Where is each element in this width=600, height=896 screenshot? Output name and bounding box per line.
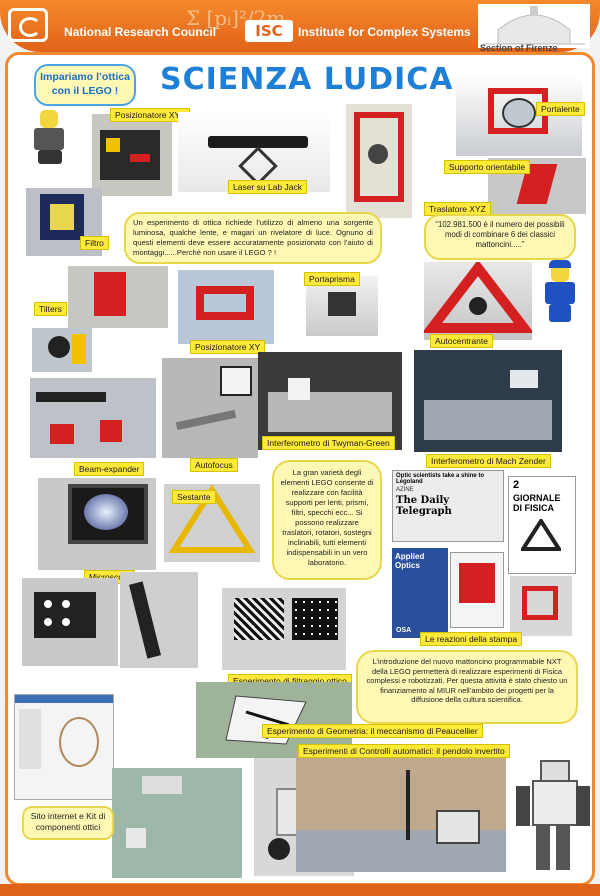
label-sestante: Sestante (172, 490, 216, 504)
beam-expander-photo (30, 378, 156, 458)
autocentrante-photo (424, 262, 532, 340)
intro-bubble: Impariamo l’ottica con il LEGO ! (34, 64, 136, 106)
giornale-title: GIORNALE DI FISICA (513, 493, 561, 513)
robot-arm-left-icon (516, 786, 530, 826)
microscope-photo (120, 572, 198, 668)
minifig-head-icon (40, 110, 58, 128)
label-posizionatore-xy: Posizionatore XY (190, 340, 266, 354)
label-laser: Laser su Lab Jack (228, 180, 307, 194)
minifig-cap-icon (549, 260, 571, 268)
label-beam-expander: Beam-expander (74, 462, 145, 476)
kit-photo (112, 768, 242, 878)
press-cover-photo (450, 552, 504, 628)
robot-arm-right-icon (576, 786, 590, 826)
giornale-num: 2 (513, 479, 520, 491)
website-text: Sito internet e Kit di componenti ottici (30, 811, 106, 832)
applied-optics-title: Applied Optics (395, 552, 425, 570)
variety-text: La gran varietà degli elementi LEGO cons… (280, 468, 374, 567)
nxt-bubble: L’introduzione del nuovo mattoncino prog… (356, 650, 578, 724)
osa-label: OSA (396, 627, 412, 634)
inverted-pendulum-photo (296, 750, 506, 872)
label-geometria: Esperimento di Geometria: il meccanismo … (262, 724, 483, 738)
portalente-photo (456, 76, 582, 156)
label-autocentrante: Autocentrante (430, 334, 493, 348)
press-telegraph: The Daily Telegraph (396, 495, 452, 517)
robot-torso-icon (532, 780, 578, 826)
variety-bubble: La gran varietà degli elementi LEGO cons… (272, 460, 382, 580)
robot-leg-left-icon (536, 824, 550, 870)
website-screenshot-photo (14, 694, 114, 800)
lens-holder-tower-photo (346, 104, 412, 218)
applied-optics-photo: Applied Optics OSA (392, 548, 448, 638)
label-stampa: Le reazioni della stampa (420, 632, 523, 646)
robot-head-icon (540, 760, 570, 782)
posizionatore-xyz-photo (92, 114, 172, 196)
description-text: Un esperimento di ottica richiede l’util… (133, 218, 373, 257)
combinations-text: “102.981.500 è il numero dei possibili m… (435, 220, 565, 249)
tilters-photo-2 (32, 328, 92, 372)
isc-label: Institute for Complex Systems (298, 25, 471, 39)
firenze-dome-icon (478, 4, 590, 48)
mach-zender-photo (414, 350, 562, 452)
minifig-legs-icon (38, 150, 62, 164)
label-supporto: Supporto orientabile (444, 160, 531, 174)
description-bubble: Un esperimento di ottica richiede l’util… (124, 212, 382, 264)
giornale-photo: 2 GIORNALE DI FISICA (508, 476, 576, 574)
recycle-triangle-icon (521, 519, 561, 551)
poster: National Research Council Σ [pᵢ]²/2m ISC… (0, 0, 600, 896)
press-headline: Optic scientists take a shine to Legolan… (396, 473, 485, 485)
tilters-photo (68, 266, 168, 328)
poster-title: SCIENZA LUDICA (160, 62, 454, 97)
intro-text: Impariamo l’ottica con il LEGO ! (40, 71, 130, 97)
press-telegraph-photo: Optic scientists take a shine to Legolan… (392, 470, 504, 542)
label-tilters: Tilters (34, 302, 67, 316)
website-bubble: Sito internet e Kit di componenti ottici (22, 806, 114, 840)
microscope-monitor-photo (22, 578, 118, 666)
minifig-right-body-icon (545, 282, 575, 304)
monitor-photo (38, 478, 156, 570)
nxt-text: L’introduzione del nuovo mattoncino prog… (366, 657, 568, 705)
label-portaprisma: Portaprisma (304, 272, 360, 286)
label-filtro: Filtro (80, 236, 109, 250)
label-controlli: Esperimenti di Controlli automatici: il … (298, 744, 510, 758)
label-mach: Interferometro di Mach Zender (426, 454, 551, 468)
minifig-suit-icon (34, 128, 64, 150)
posizionatore-xy-photo (178, 270, 274, 344)
cnr-logo-icon (8, 8, 48, 42)
robot-leg-right-icon (556, 824, 570, 870)
filtraggio-photo (222, 588, 346, 670)
label-twyman: Interferometro di Twyman-Green (262, 436, 395, 450)
label-portalente: Portalente (536, 102, 585, 116)
isc-logo: ISC (245, 20, 293, 42)
minifig-right-legs-icon (549, 304, 571, 322)
footer-band (0, 884, 600, 896)
press-cover-photo-2 (510, 576, 572, 636)
autofocus-photo (162, 358, 258, 458)
label-autofocus: Autofocus (190, 458, 238, 472)
combinations-bubble: “102.981.500 è il numero dei possibili m… (424, 214, 576, 260)
